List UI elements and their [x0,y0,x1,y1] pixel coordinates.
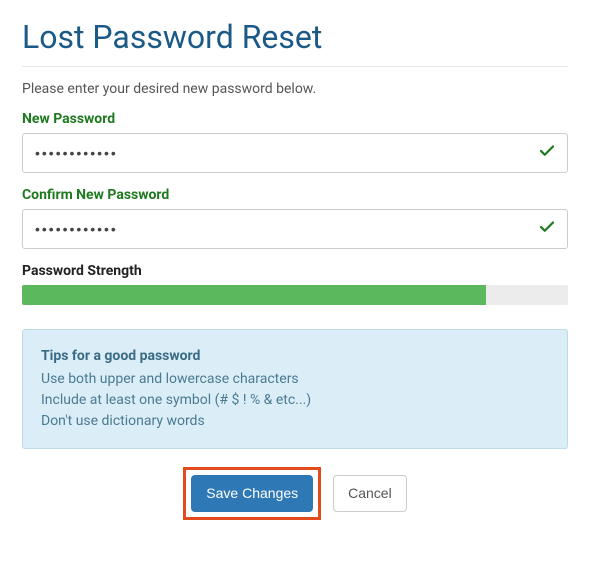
confirm-password-wrap [22,209,568,249]
save-highlight: Save Changes [183,467,321,520]
cancel-button[interactable]: Cancel [333,475,407,512]
password-strength-bar [22,285,568,305]
new-password-wrap [22,133,568,173]
page-subtitle: Please enter your desired new password b… [22,81,568,97]
tips-box: Tips for a good password Use both upper … [22,329,568,449]
actions-row: Save Changes Cancel [22,467,568,520]
new-password-label: New Password [22,111,568,127]
tips-line: Don't use dictionary words [41,411,549,432]
page-title: Lost Password Reset [22,18,568,67]
save-button[interactable]: Save Changes [191,475,313,512]
tips-line: Use both upper and lowercase characters [41,369,549,390]
tips-title: Tips for a good password [41,346,549,367]
password-strength-label: Password Strength [22,263,568,279]
new-password-input[interactable] [22,133,568,173]
confirm-password-input[interactable] [22,209,568,249]
password-strength-fill [22,285,486,305]
confirm-password-label: Confirm New Password [22,187,568,203]
tips-line: Include at least one symbol (# $ ! % & e… [41,390,549,411]
